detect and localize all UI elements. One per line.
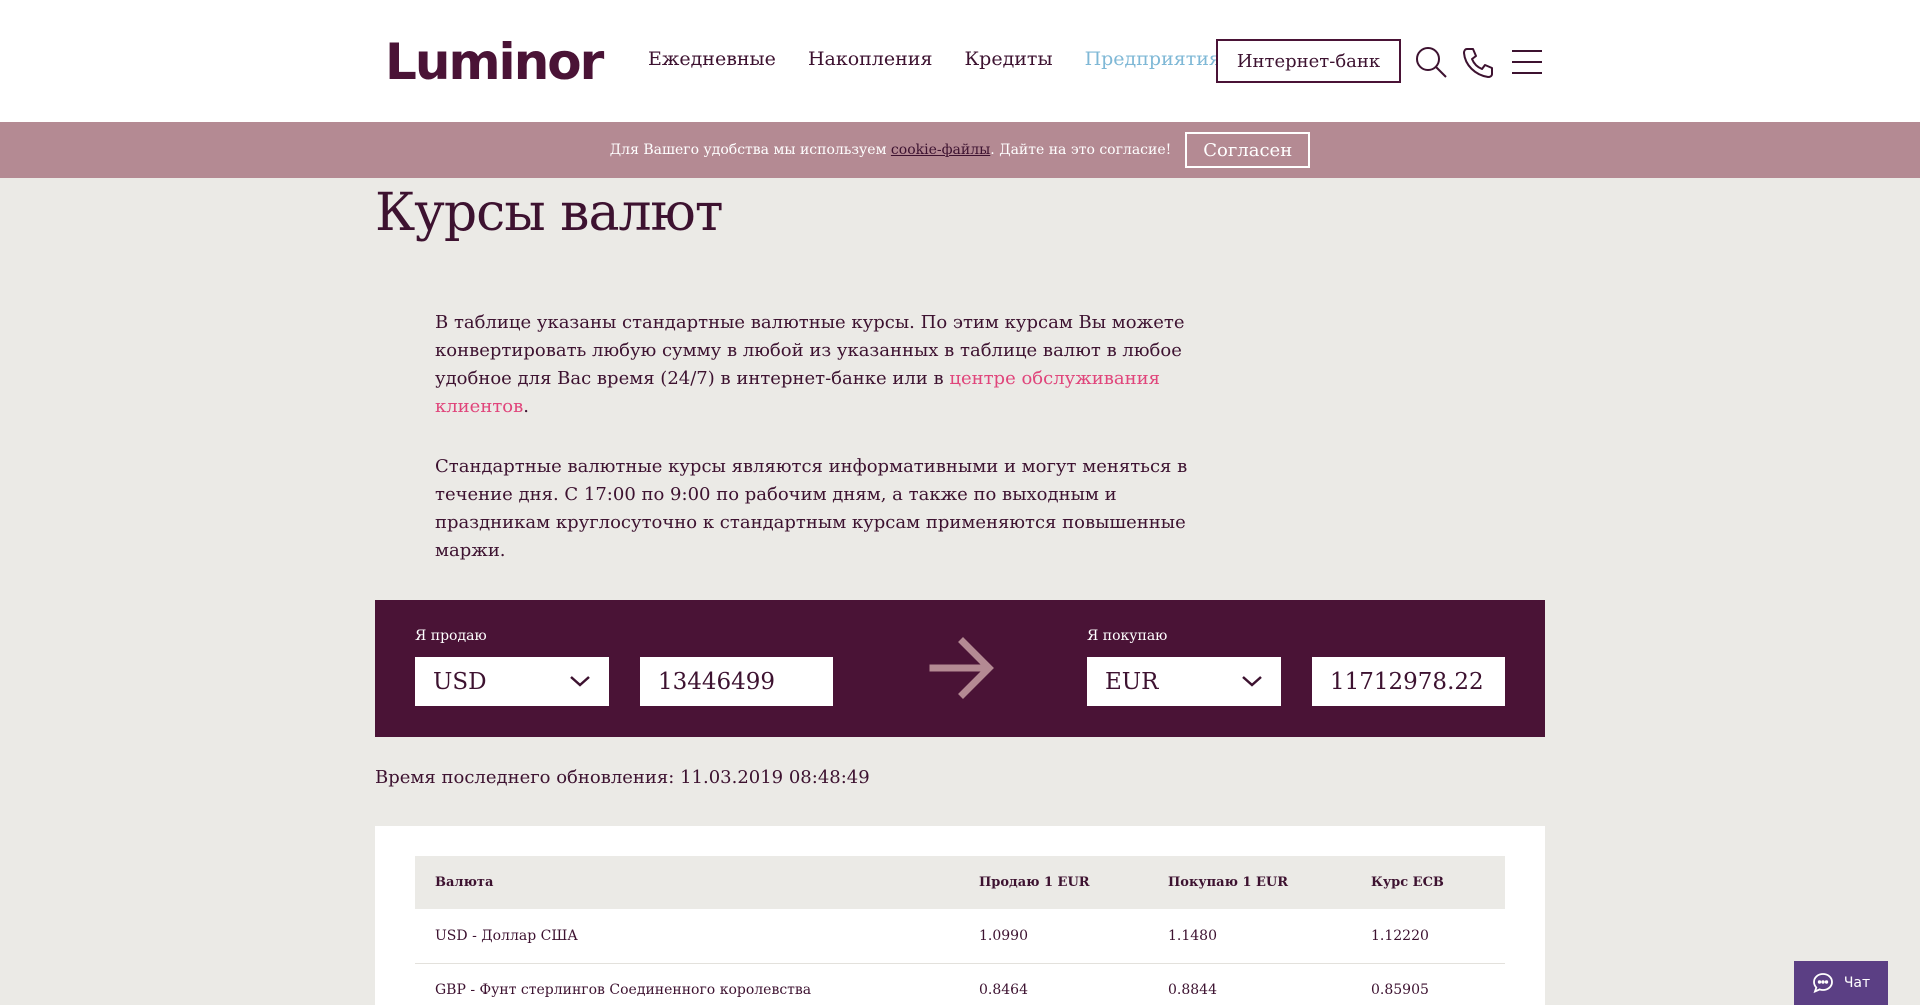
internet-bank-button[interactable]: Интернет-банк xyxy=(1216,39,1401,83)
table-row: GBP - Фунт стерлингов Соединенного корол… xyxy=(415,963,1505,1005)
cookie-text: Для Вашего удобства мы используем cookie… xyxy=(610,142,1171,158)
sell-amount-input[interactable] xyxy=(640,657,833,706)
table-row: USD - Доллар США 1.0990 1.1480 1.12220 xyxy=(415,909,1505,964)
column-header[interactable]: Курс ECB xyxy=(1351,856,1505,909)
buy-label: Я покупаю xyxy=(1087,628,1168,644)
currency-converter: Я продаю USD Я покупаю EUR xyxy=(375,600,1545,737)
buy-currency-value: EUR xyxy=(1105,668,1159,695)
luminor-logo[interactable]: Luminor xyxy=(385,34,604,90)
table-header-row: Валюта Продаю 1 EUR Покупаю 1 EUR Курс E… xyxy=(415,856,1505,909)
intro-paragraph-1-end: . xyxy=(523,396,529,417)
sell-currency-select[interactable]: USD xyxy=(415,657,609,706)
sell-rate-cell: 0.8464 xyxy=(959,963,1148,1005)
ecb-rate-cell: 1.12220 xyxy=(1351,909,1505,964)
buy-amount-input[interactable] xyxy=(1312,657,1505,706)
sell-label: Я продаю xyxy=(415,628,487,644)
nav-savings[interactable]: Накопления xyxy=(808,46,933,72)
nav-loans[interactable]: Кредиты xyxy=(964,46,1052,72)
main-nav: Ежедневные Накопления Кредиты Предприяти… xyxy=(648,46,1236,72)
ecb-rate-cell: 0.85905 xyxy=(1351,963,1505,1005)
cookie-accept-button[interactable]: Согласен xyxy=(1185,132,1311,168)
arrow-right-icon[interactable] xyxy=(927,634,997,702)
sell-rate-cell: 1.0990 xyxy=(959,909,1148,964)
last-update-time: Время последнего обновления: 11.03.2019 … xyxy=(375,767,870,788)
nav-business[interactable]: Предприятиям xyxy=(1085,46,1236,72)
rates-table-card: Валюта Продаю 1 EUR Покупаю 1 EUR Курс E… xyxy=(375,826,1545,1005)
currency-name-cell: USD - Доллар США xyxy=(415,909,959,964)
menu-icon[interactable] xyxy=(1510,45,1544,79)
column-header[interactable]: Покупаю 1 EUR xyxy=(1148,856,1351,909)
sell-currency-value: USD xyxy=(433,668,487,695)
chat-label: Чат xyxy=(1843,975,1871,991)
search-icon[interactable] xyxy=(1414,45,1448,79)
chat-button[interactable]: Чат xyxy=(1794,961,1888,1005)
cookie-consent-text: Дайте на это согласие! xyxy=(999,142,1172,158)
rates-table: Валюта Продаю 1 EUR Покупаю 1 EUR Курс E… xyxy=(415,856,1505,1005)
cookie-banner: Для Вашего удобства мы используем cookie… xyxy=(0,122,1920,178)
buy-currency-select[interactable]: EUR xyxy=(1087,657,1281,706)
column-header[interactable]: Продаю 1 EUR xyxy=(959,856,1148,909)
site-header: Luminor Ежедневные Накопления Кредиты Пр… xyxy=(0,0,1920,122)
nav-daily[interactable]: Ежедневные xyxy=(648,46,776,72)
cookie-text-before: Для Вашего удобства мы используем xyxy=(609,142,887,158)
currency-name-cell: GBP - Фунт стерлингов Соединенного корол… xyxy=(415,963,959,1005)
cookie-text-after: . xyxy=(990,142,1000,158)
phone-icon[interactable] xyxy=(1461,45,1495,79)
column-header[interactable]: Валюта xyxy=(415,856,959,909)
buy-rate-cell: 1.1480 xyxy=(1148,909,1351,964)
chevron-down-icon xyxy=(1242,676,1262,687)
buy-rate-cell: 0.8844 xyxy=(1148,963,1351,1005)
intro-paragraph-2: Стандартные валютные курсы являются инфо… xyxy=(435,456,1188,561)
intro-text: В таблице указаны стандартные валютные к… xyxy=(435,309,1195,597)
chat-icon xyxy=(1812,973,1833,994)
intro-paragraph-1: В таблице указаны стандартные валютные к… xyxy=(435,309,1195,421)
chevron-down-icon xyxy=(570,676,590,687)
page-title: Курсы валют xyxy=(375,183,724,243)
cookie-link[interactable]: cookie-файлы xyxy=(891,142,990,158)
